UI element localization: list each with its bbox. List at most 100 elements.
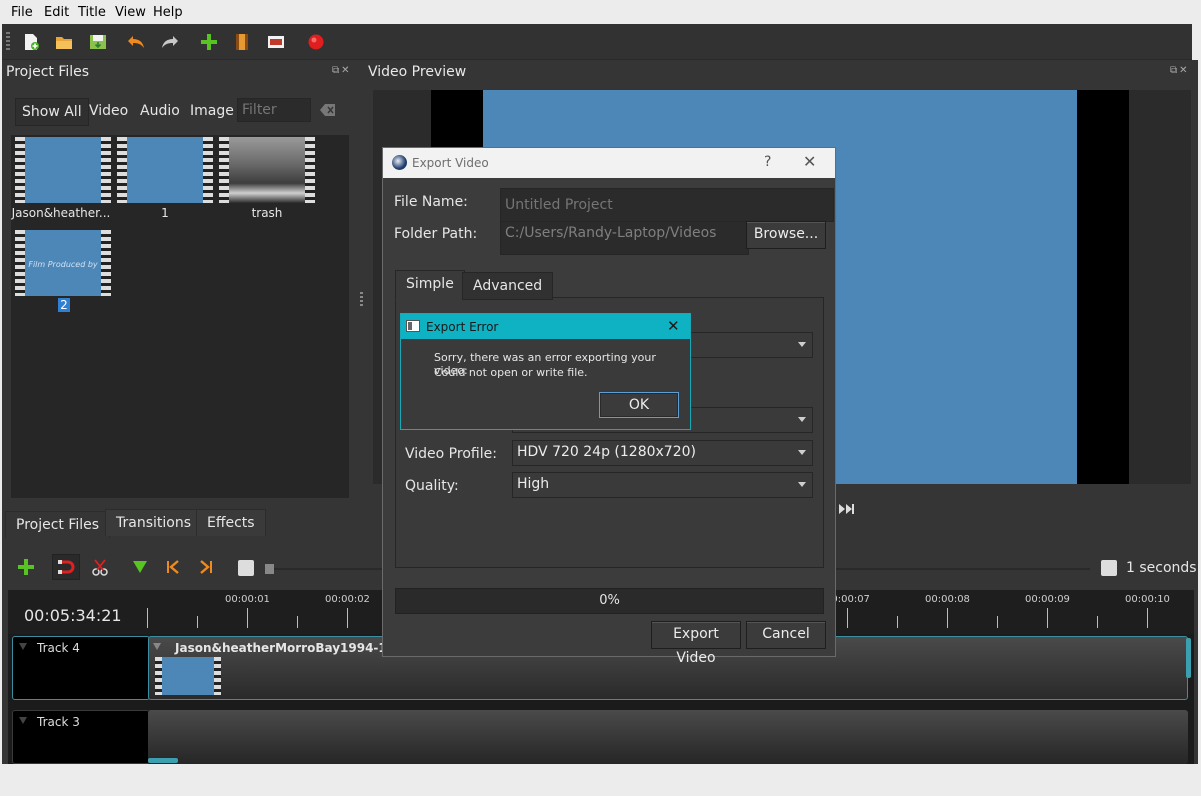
save-project-icon[interactable] xyxy=(87,31,109,53)
collapse-track-icon[interactable] xyxy=(19,717,27,724)
project-file-thumbnail[interactable]: Film Produced by xyxy=(15,230,111,296)
project-file-thumbnail[interactable] xyxy=(117,137,213,203)
video-profile-label: Video Profile: xyxy=(405,446,497,462)
export-video-icon[interactable] xyxy=(305,31,327,53)
track-header[interactable]: Track 4 xyxy=(12,636,150,700)
dock-float-close-icon[interactable]: ⧉✕ xyxy=(1170,65,1190,76)
error-dialog-title: Export Error xyxy=(426,320,499,334)
tab-simple[interactable]: Simple xyxy=(395,270,465,300)
ok-button[interactable]: OK xyxy=(599,392,679,418)
menu-title[interactable]: Title xyxy=(78,5,106,20)
razor-tool-icon[interactable] xyxy=(91,558,109,576)
quality-select[interactable]: High xyxy=(512,472,813,498)
previous-marker-icon[interactable] xyxy=(165,559,183,575)
status-bar xyxy=(2,764,1198,792)
help-icon[interactable]: ? xyxy=(764,154,771,170)
tab-advanced[interactable]: Advanced xyxy=(462,272,554,300)
zoom-level-label: 1 seconds xyxy=(1126,560,1197,576)
main-toolbar xyxy=(2,24,1198,60)
track-header[interactable]: Track 3 xyxy=(12,710,150,764)
zoom-in-icon[interactable] xyxy=(1101,560,1117,576)
ruler-tick-label: 00:00:10 xyxy=(1125,594,1170,605)
fullscreen-icon[interactable] xyxy=(265,31,287,53)
menu-bar: File Edit Title View Help xyxy=(2,2,1198,24)
filter-input[interactable] xyxy=(237,98,311,122)
zoom-out-icon[interactable] xyxy=(238,560,254,576)
ruler-tick-label: 00:00:09 xyxy=(1025,594,1070,605)
thumbnail-overlay-text: Film Produced by xyxy=(28,260,98,269)
ruler-tick xyxy=(347,608,348,628)
menu-edit[interactable]: Edit xyxy=(44,5,69,20)
project-file-label: 1 xyxy=(161,206,169,220)
ruler-tick-label: 00:00:02 xyxy=(325,594,370,605)
snapping-toggle-icon[interactable] xyxy=(52,554,80,580)
redo-icon[interactable] xyxy=(159,31,181,53)
import-files-icon[interactable] xyxy=(198,31,220,53)
export-video-button[interactable]: Export Video xyxy=(651,621,741,666)
ruler-tick xyxy=(1097,616,1098,628)
close-icon[interactable]: ✕ xyxy=(803,152,816,171)
filter-video-button[interactable]: Video xyxy=(83,98,134,124)
add-track-icon[interactable] xyxy=(17,558,37,578)
file-name-label: File Name: xyxy=(394,194,468,210)
clear-filter-icon[interactable] xyxy=(320,103,336,117)
timeline-horizontal-scrollbar[interactable] xyxy=(148,758,178,763)
timeline-vertical-scrollbar[interactable] xyxy=(1186,638,1191,678)
filter-show-all-button[interactable]: Show All xyxy=(15,98,89,126)
menu-help[interactable]: Help xyxy=(153,5,183,20)
tab-project-files[interactable]: Project Files xyxy=(5,511,111,538)
tab-transitions[interactable]: Transitions xyxy=(105,509,202,536)
project-files-title: Project Files xyxy=(6,64,90,80)
browse-button[interactable]: Browse... xyxy=(746,221,826,249)
project-file-label-selected[interactable]: 2 xyxy=(58,298,70,312)
export-dialog-titlebar: Export Video ? ✕ xyxy=(383,148,835,178)
video-profile-select[interactable]: HDV 720 24p (1280x720) xyxy=(512,440,813,466)
error-dialog-body: Sorry, there was an error exporting your… xyxy=(401,339,690,429)
main-window: File Edit Title View Help Project Files … xyxy=(2,2,1198,792)
ruler-tick-label: 00:00:01 xyxy=(225,594,270,605)
toolbar-grip xyxy=(6,32,10,52)
ruler-tick-label: 00:00:08 xyxy=(925,594,970,605)
folder-path-input[interactable]: C:/Users/Randy-Laptop/Videos xyxy=(500,221,749,255)
tab-effects[interactable]: Effects xyxy=(196,509,266,536)
window-icon xyxy=(406,320,420,332)
clip-thumbnail[interactable] xyxy=(155,657,221,695)
folder-path-label: Folder Path: xyxy=(394,226,478,242)
new-project-icon[interactable] xyxy=(20,31,42,53)
cancel-button[interactable]: Cancel xyxy=(746,621,826,649)
error-message-line2: Could not open or write file. xyxy=(434,366,588,379)
track-lane[interactable] xyxy=(148,710,1188,764)
add-marker-icon[interactable] xyxy=(132,560,150,576)
openshot-logo-icon xyxy=(392,155,407,170)
project-file-thumbnail[interactable] xyxy=(15,137,111,203)
ruler-tick xyxy=(197,616,198,628)
collapse-track-icon[interactable] xyxy=(19,643,27,650)
zoom-slider-handle[interactable] xyxy=(265,564,274,574)
next-marker-icon[interactable] xyxy=(198,559,216,575)
current-timecode: 00:05:34:21 xyxy=(24,606,122,625)
jump-to-end-icon[interactable] xyxy=(838,502,856,516)
project-file-label: trash xyxy=(251,206,283,220)
dock-float-close-icon[interactable]: ⧉✕ xyxy=(332,65,352,76)
menu-file[interactable]: File xyxy=(11,5,33,20)
open-project-icon[interactable] xyxy=(53,31,75,53)
ruler-tick xyxy=(847,608,848,628)
menu-view[interactable]: View xyxy=(115,5,146,20)
track-name: Track 4 xyxy=(37,641,80,655)
filter-image-button[interactable]: Image xyxy=(184,98,240,124)
filter-audio-button[interactable]: Audio xyxy=(134,98,186,124)
track-name: Track 3 xyxy=(37,715,80,729)
project-files-list: Jason&heather... 1 trash Film Produced b… xyxy=(11,135,349,498)
choose-profile-icon[interactable] xyxy=(231,31,253,53)
file-name-input[interactable] xyxy=(500,188,834,222)
project-file-thumbnail[interactable] xyxy=(219,137,315,203)
ruler-tick xyxy=(297,616,298,628)
export-progress-bar: 0% xyxy=(395,588,824,614)
close-icon[interactable]: ✕ xyxy=(667,317,680,335)
clip-menu-icon[interactable] xyxy=(153,643,161,650)
splitter-handle[interactable] xyxy=(360,292,363,308)
ruler-tick xyxy=(147,608,148,628)
toolbar-edge xyxy=(1192,24,1198,60)
undo-icon[interactable] xyxy=(125,31,147,53)
export-progress-text: 0% xyxy=(599,593,620,608)
